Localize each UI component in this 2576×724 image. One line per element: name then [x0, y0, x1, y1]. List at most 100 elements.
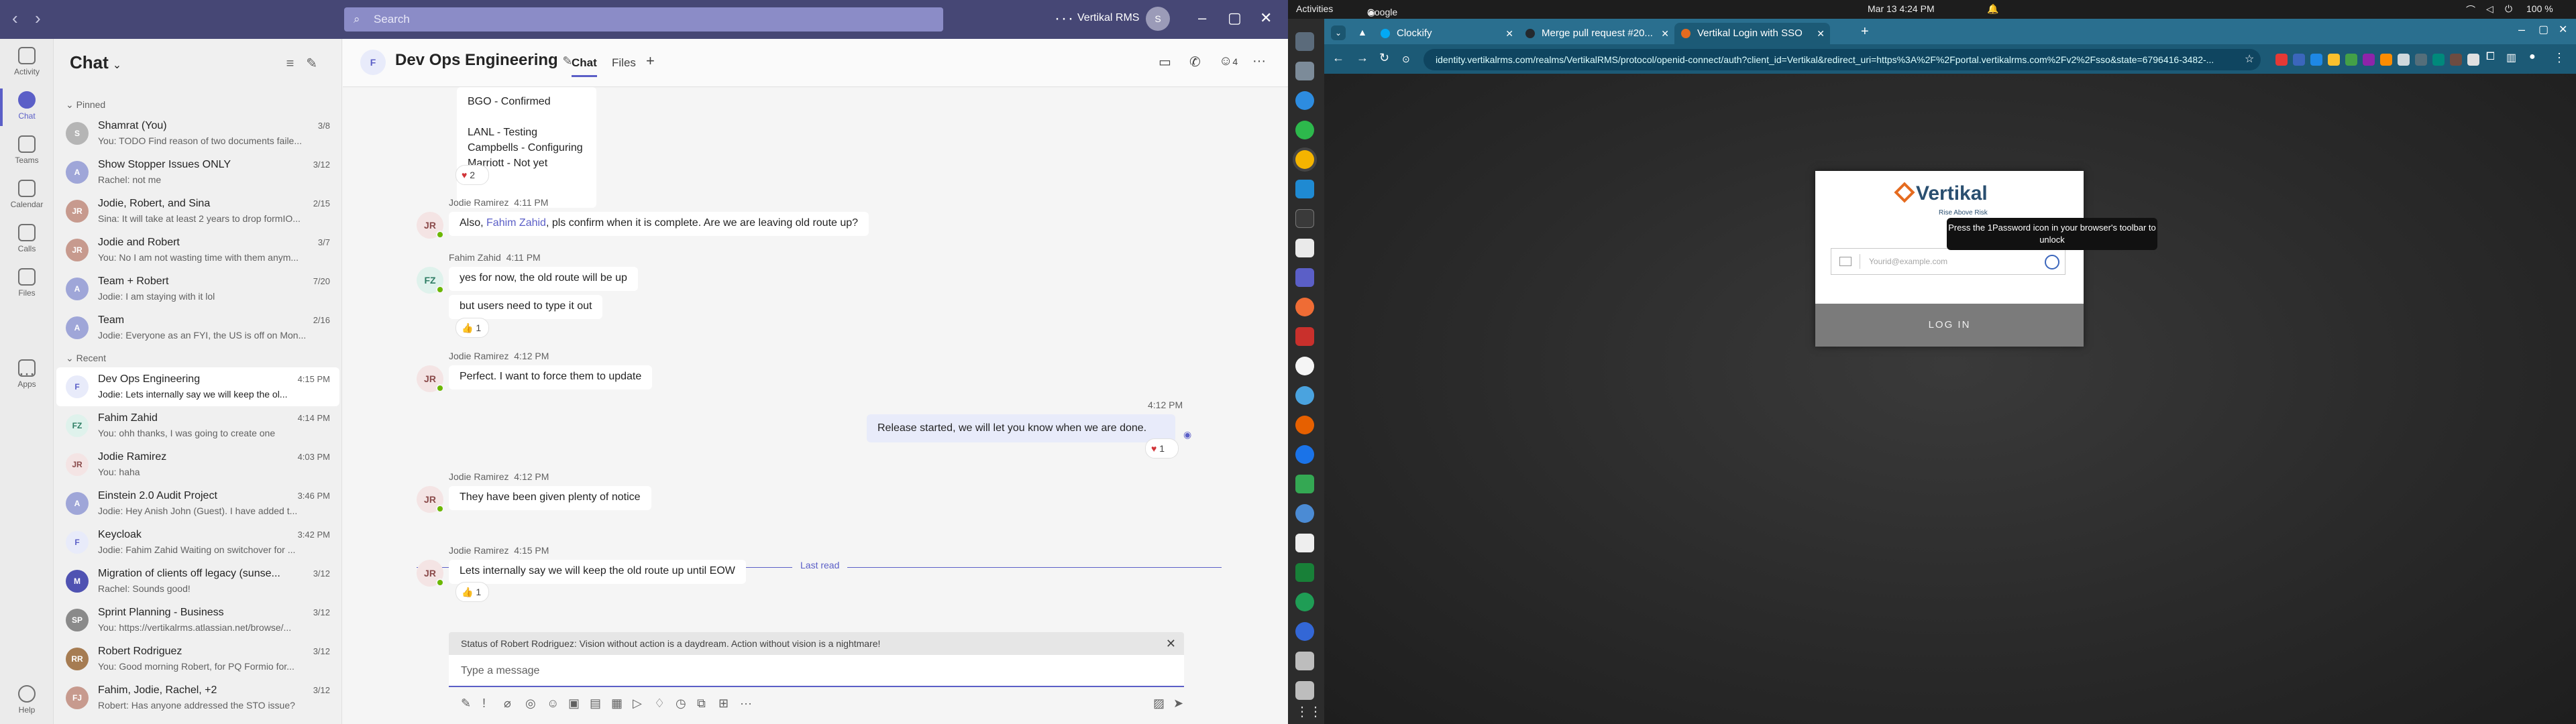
tab-chat[interactable]: Chat	[572, 56, 597, 77]
copy-icon[interactable]: ⧉	[697, 697, 706, 711]
loop-icon[interactable]: ◎	[525, 697, 536, 711]
emoji-icon[interactable]: ☺	[547, 697, 559, 711]
tab-search-icon[interactable]: ⌄	[1331, 25, 1346, 40]
chat-row[interactable]: F Keycloak 3:42 PM Jodie: Fahim Zahid Waiti…	[56, 523, 339, 562]
clock[interactable]: Mar 13 4:24 PM	[1868, 3, 1935, 14]
dock-terminal-icon[interactable]	[1295, 209, 1314, 228]
participants-icon[interactable]: ☺4	[1219, 54, 1238, 69]
reload-icon[interactable]: ↻	[1379, 51, 1389, 65]
my-message-bubble[interactable]: Release started, we will let you know wh…	[867, 414, 1175, 442]
bookmark-star-icon[interactable]: ☆	[2245, 52, 2254, 66]
chat-row[interactable]: A Einstein 2.0 Audit Project 3:46 PM Jodie:…	[56, 484, 339, 523]
chat-row[interactable]: FZ Fahim Zahid 4:14 PM You: ohh thanks, I w…	[56, 406, 339, 445]
address-bar[interactable]: identity.vertikalrms.com/realms/Vertikal…	[1424, 49, 2261, 70]
attach-icon[interactable]: ⌀	[504, 697, 511, 711]
extension-icon[interactable]	[2398, 54, 2410, 66]
volume-icon[interactable]: ◁	[2486, 3, 2493, 15]
more-options-icon[interactable]: ···	[740, 697, 752, 711]
message-bubble[interactable]: yes for now, the old route will be up	[449, 267, 638, 291]
dock-app-icon[interactable]	[1295, 445, 1314, 464]
tab-files[interactable]: Files	[612, 56, 636, 70]
new-chat-icon[interactable]: ✎	[306, 56, 329, 71]
rail-teams[interactable]: Teams	[0, 135, 54, 165]
dock-camera-icon[interactable]	[1295, 62, 1314, 80]
chat-row[interactable]: A Team + Robert 7/20 Jodie: I am staying wi…	[56, 269, 339, 308]
clip-icon[interactable]: ▨	[1153, 697, 1165, 711]
audio-call-icon[interactable]: ✆	[1189, 54, 1201, 70]
message-bubble[interactable]: BGO - Confirmed LANL - Testing Campbells…	[457, 87, 596, 208]
tab-vertikal-login[interactable]: Vertikal Login with SSO ✕	[1674, 23, 1830, 44]
tab-github-pr[interactable]: Merge pull request #20... ✕	[1519, 23, 1674, 44]
format-icon[interactable]: ✎	[461, 697, 471, 711]
chat-row[interactable]: JR Jodie Ramirez 4:03 PM You: haha	[56, 445, 339, 484]
chat-row[interactable]: JR Jodie, Robert, and Sina 2/15 Sina: It wi…	[56, 192, 339, 231]
conversation-title[interactable]: Dev Ops Engineering ✎	[395, 51, 572, 70]
1password-extension-icon[interactable]	[2293, 54, 2305, 66]
video-call-icon[interactable]: ▭	[1159, 54, 1171, 70]
chat-row[interactable]: SP Sprint Planning - Business 3/12 You: htt…	[56, 601, 339, 640]
reaction-thumbs-up[interactable]: 👍 1	[455, 582, 489, 602]
rail-calls[interactable]: Calls	[0, 224, 54, 253]
rail-help[interactable]: Help	[0, 685, 54, 715]
maximize-icon[interactable]: ▢	[1228, 9, 1242, 27]
dock-notion-icon[interactable]	[1295, 239, 1314, 257]
sticker-icon[interactable]: ▤	[590, 697, 601, 711]
extension-icon[interactable]	[2415, 54, 2427, 66]
email-field[interactable]: Yourid@example.com	[1831, 248, 2065, 275]
login-button[interactable]: LOG IN	[1815, 304, 2084, 347]
close-tab-icon[interactable]: ✕	[1817, 23, 1825, 44]
dock-meet-icon[interactable]	[1295, 563, 1314, 582]
search-input[interactable]: ⌕ Search	[344, 7, 943, 32]
message-bubble[interactable]: Lets internally say we will keep the old…	[449, 560, 746, 584]
pinned-section-label[interactable]: ⌄ Pinned	[66, 99, 105, 111]
chat-row[interactable]: S Shamrat (You) 3/8 You: TODO Find reason o…	[56, 114, 339, 153]
extension-icon[interactable]	[2275, 54, 2288, 66]
praise-icon[interactable]: ♢	[654, 697, 665, 711]
notification-bell-icon[interactable]: 🔔	[1987, 3, 1998, 15]
dock-app-icon[interactable]	[1295, 593, 1314, 611]
dock-teams-icon[interactable]	[1295, 268, 1314, 287]
chat-row[interactable]: RR Robert Rodriguez 3/12 You: Good morning …	[56, 640, 339, 678]
minimize-icon[interactable]: –	[1198, 9, 1206, 27]
rail-activity[interactable]: Activity	[0, 47, 54, 76]
show-apps-grid-icon[interactable]: ⋮⋮	[1295, 703, 1322, 721]
extension-icon[interactable]	[2310, 54, 2322, 66]
chat-row[interactable]: FJ Fahim, Jodie, Rachel, +2 3/12 Robert: Ha…	[56, 678, 339, 717]
maximize-icon[interactable]: ▢	[2538, 23, 2548, 36]
dock-vscode-icon[interactable]	[1295, 180, 1314, 198]
chat-row[interactable]: JR Jodie and Robert 3/7 You: No I am not wa…	[56, 231, 339, 269]
profile-icon[interactable]: ●	[2529, 51, 2536, 63]
user-avatar[interactable]: S	[1146, 7, 1170, 31]
message-bubble[interactable]: They have been given plenty of notice	[449, 486, 651, 510]
add-tab-icon[interactable]: +	[646, 52, 655, 70]
pinned-tab-icon[interactable]: ▲	[1358, 27, 1367, 38]
rail-apps[interactable]: Apps	[0, 359, 54, 389]
activities-button[interactable]: Activities	[1296, 3, 1333, 14]
side-panel-icon[interactable]: ▥	[2506, 51, 2516, 64]
new-tab-icon[interactable]: +	[1861, 24, 1869, 40]
dock-slack-icon[interactable]	[1295, 357, 1314, 375]
recent-section-label[interactable]: ⌄ Recent	[66, 353, 106, 364]
message-compose-input[interactable]: Type a message	[449, 655, 1184, 687]
tab-clockify[interactable]: Clockify ✕	[1374, 23, 1519, 44]
back-arrow-icon[interactable]: ‹	[12, 8, 18, 29]
reaction-heart[interactable]: ♥ 1	[1145, 438, 1179, 459]
chat-row[interactable]: M Migration of clients off legacy (sunse.…	[56, 562, 339, 601]
dock-disk-icon[interactable]	[1295, 652, 1314, 670]
extension-icon[interactable]	[2432, 54, 2445, 66]
meet-icon[interactable]: ▦	[611, 697, 623, 711]
more-options-icon[interactable]: ···	[1252, 54, 1266, 69]
mention-link[interactable]: Fahim Zahid	[486, 217, 546, 229]
more-options-icon[interactable]: ···	[1055, 9, 1075, 28]
site-info-icon[interactable]: ⊙	[1402, 54, 1410, 65]
filter-icon[interactable]: ≡	[286, 56, 307, 71]
reaction-thumbs-up[interactable]: 👍 1	[455, 318, 489, 338]
extension-icon[interactable]	[2345, 54, 2357, 66]
dock-disk-icon[interactable]	[1295, 681, 1314, 700]
dock-thunderbird-icon[interactable]	[1295, 91, 1314, 110]
message-bubble[interactable]: Perfect. I want to force them to update	[449, 365, 653, 389]
minimize-icon[interactable]: –	[2518, 23, 2525, 37]
close-tab-icon[interactable]: ✕	[1505, 23, 1513, 44]
chat-list-title[interactable]: Chat ⌄	[70, 52, 121, 73]
dock-whatsapp-icon[interactable]	[1295, 121, 1314, 139]
